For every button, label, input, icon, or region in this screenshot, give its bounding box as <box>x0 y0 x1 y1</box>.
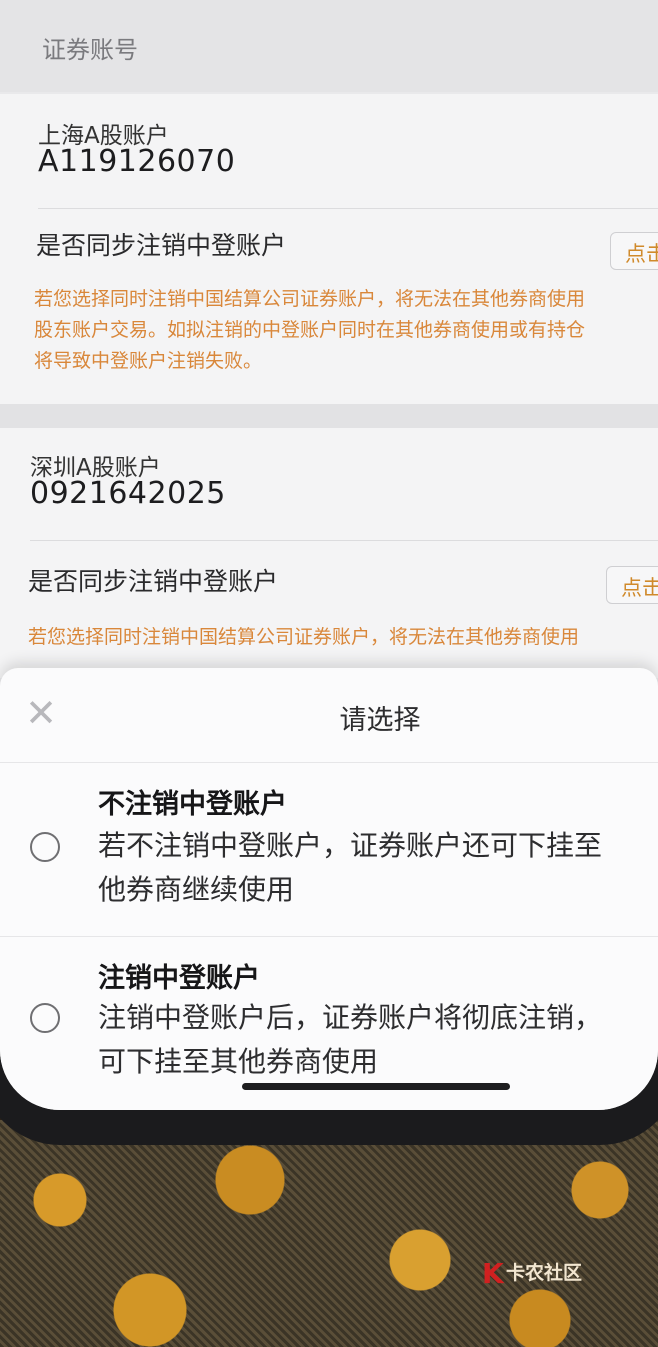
phone-frame: 证券账号 上海A股账户 A119126070 是否同步注销中登账户 点击 若您选… <box>0 0 658 1145</box>
divider <box>38 208 658 209</box>
radio-button[interactable] <box>30 832 60 862</box>
option-description: 可下挂至其他券商使用 <box>98 1045 379 1078</box>
phone-screen: 证券账号 上海A股账户 A119126070 是否同步注销中登账户 点击 若您选… <box>0 0 658 1110</box>
account-card-shenzhen: 深圳A股账户 0921642025 是否同步注销中登账户 点击 若您选择同时注销… <box>0 428 658 678</box>
option-title: 不注销中登账户 <box>98 789 287 820</box>
divider <box>0 936 658 937</box>
tablecloth-background <box>0 1120 658 1347</box>
account-number: 0921642025 <box>30 476 226 511</box>
section-gap <box>0 404 658 428</box>
watermark-logo: K <box>482 1257 504 1290</box>
option-title: 注销中登账户 <box>98 963 260 994</box>
sync-label: 是否同步注销中登账户 <box>36 231 287 260</box>
selection-bottom-sheet: ✕ 请选择 不注销中登账户 若不注销中登账户，证券账户还可下挂至 他券商继续使用… <box>0 668 658 1110</box>
option-description: 注销中登账户后，证券账户将彻底注销， <box>98 1001 603 1034</box>
divider <box>0 762 658 763</box>
account-number: A119126070 <box>38 144 236 179</box>
option-description: 他券商继续使用 <box>98 873 295 906</box>
warning-line: 将导致中登账户注销失败。 <box>34 350 263 372</box>
section-title: 证券账号 <box>42 36 138 64</box>
sync-button[interactable]: 点击 <box>610 232 658 270</box>
account-card-shanghai: 上海A股账户 A119126070 是否同步注销中登账户 点击 若您选择同时注销… <box>0 94 658 404</box>
warning-line: 若您选择同时注销中国结算公司证券账户，将无法在其他券商使用 <box>28 626 580 648</box>
warning-line: 股东账户交易。如拟注销的中登账户同时在其他券商使用或有持仓 <box>34 319 586 341</box>
option-description: 若不注销中登账户，证券账户还可下挂至 <box>98 829 603 862</box>
sync-button[interactable]: 点击 <box>606 566 658 604</box>
sheet-title: 请选择 <box>339 705 421 736</box>
watermark-text: 卡农社区 <box>506 1262 583 1284</box>
warning-line: 若您选择同时注销中国结算公司证券账户，将无法在其他券商使用 <box>34 288 586 310</box>
sync-label: 是否同步注销中登账户 <box>28 567 279 596</box>
home-indicator <box>242 1083 510 1090</box>
section-header: 证券账号 <box>0 0 658 92</box>
radio-button[interactable] <box>30 1003 60 1033</box>
divider <box>30 540 658 541</box>
